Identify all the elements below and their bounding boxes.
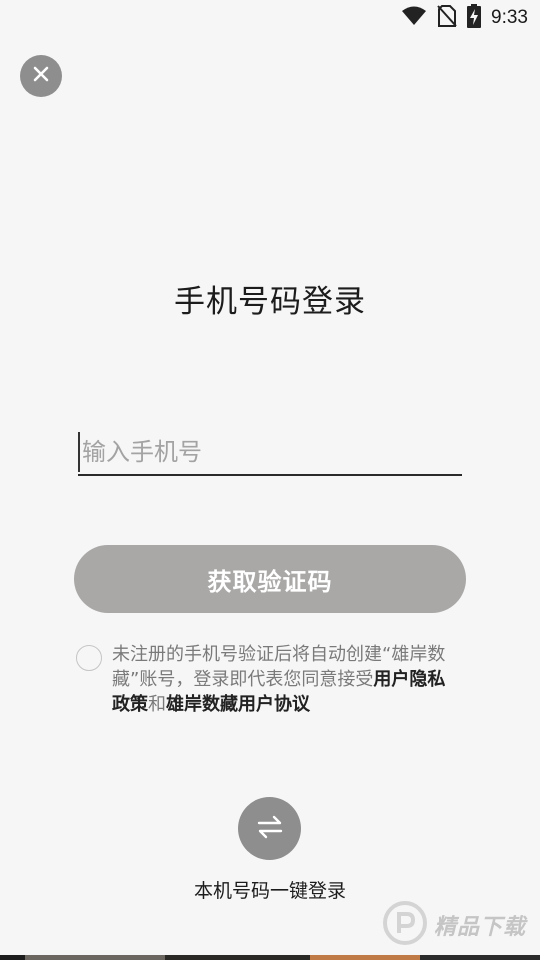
page-title: 手机号码登录 (174, 284, 366, 320)
user-agreement-link[interactable]: 雄岸数藏用户协议 (166, 694, 310, 715)
agreement-checkbox[interactable] (76, 645, 102, 671)
no-sim-icon (437, 5, 457, 31)
one-key-login-label[interactable]: 本机号码一键登录 (0, 876, 540, 903)
bottom-strip (0, 955, 540, 960)
status-icons: 9:33 (401, 4, 528, 32)
phone-field (78, 432, 462, 476)
agreement-text: 未注册的手机号验证后将自动创建“雄岸数藏”账号，登录即代表您同意接受用户隐私政策… (112, 642, 462, 717)
close-icon (33, 66, 49, 86)
status-bar: 9:33 (0, 0, 540, 36)
close-button[interactable] (20, 55, 62, 97)
phone-input[interactable] (78, 432, 462, 472)
agreement-conjunction: 和 (148, 694, 166, 715)
battery-charging-icon (467, 4, 482, 32)
get-code-button[interactable]: 获取验证码 (74, 545, 466, 613)
watermark-logo-icon (382, 900, 428, 950)
one-key-login-button[interactable] (238, 797, 301, 860)
wifi-icon (401, 6, 427, 30)
watermark: 精品下载 (382, 900, 526, 950)
watermark-text: 精品下载 (433, 915, 526, 940)
swap-arrows-icon (256, 815, 284, 843)
status-time: 9:33 (491, 7, 528, 28)
